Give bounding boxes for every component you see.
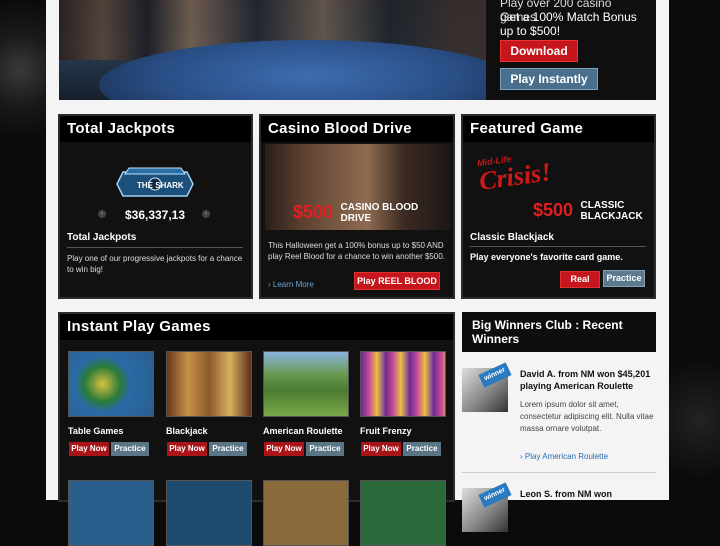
winner-headline: Leon S. from NM won [520,489,612,499]
game-name: Table Games [68,426,124,436]
game-thumbnail[interactable] [166,480,252,546]
table-games-thumbnail[interactable] [68,351,154,417]
svg-text:THE SHARK: THE SHARK [137,181,184,190]
hero-promo-text: Play over 200 casino games Get a 100% Ma… [500,0,650,38]
jackpots-panel: Total Jackpots THE SHARK ‹ $36,337,13 › … [58,114,253,299]
instant-play-panel: Instant Play Games Table Games Play Now … [58,312,455,546]
blood-drive-panel: Casino Blood Drive $500 CASINO BLOOD DRI… [259,114,455,299]
caption-line-2: BLACKJACK [580,211,643,222]
game-thumbnail[interactable] [360,480,446,546]
play-reel-blood-button[interactable]: Play REEL BLOOD [354,272,440,290]
winner-headline: David A. from NM won $45,201 playing Ame… [520,369,651,391]
featured-desc-title: Classic Blackjack [470,232,554,243]
jackpots-desc-title: Total Jackpots [67,232,137,243]
blood-drive-caption: $500 CASINO BLOOD DRIVE [293,202,421,224]
game-actions: Play Now Practice [68,442,154,457]
game-name: Fruit Frenzy [360,426,412,436]
game-card-blackjack: Blackjack Play Now Practice [166,351,252,457]
practice-button[interactable]: Practice [209,442,247,456]
jackpots-title: Total Jackpots [60,116,251,142]
game-actions: Play Now Practice [360,442,446,457]
featured-game-title: Featured Game [463,116,654,142]
american-roulette-thumbnail[interactable] [263,351,349,417]
play-american-roulette-link[interactable]: › Play American Roulette [520,452,608,461]
divider [462,472,656,473]
featured-caption: CLASSIC BLACKJACK [581,200,643,222]
play-now-button[interactable]: Play Now [361,442,401,456]
download-button[interactable]: Download [500,40,578,62]
game-name: Blackjack [166,426,208,436]
divider [67,247,243,248]
real-play-button[interactable]: Real [560,271,600,288]
game-actions: Play Now Practice [166,442,252,457]
play-instantly-button[interactable]: Play Instantly [500,68,598,90]
blood-drive-title: Casino Blood Drive [261,116,453,142]
big-winners-panel: Big Winners Club : Recent Winners winner… [462,312,656,532]
promo-caption: CASINO BLOOD DRIVE [340,202,419,224]
play-now-button[interactable]: Play Now [167,442,207,456]
fruit-frenzy-thumbnail[interactable] [360,351,446,417]
big-winners-title: Big Winners Club : Recent Winners [462,312,656,352]
jackpot-amount: $36,337,13 [124,208,186,222]
hero-overflow-text: Play over 200 casino games [500,0,612,24]
winner-body: Lorem ipsum dolor sit amet, consectetur … [520,400,654,433]
featured-amount: $500 [533,200,574,220]
divider [470,246,646,247]
game-card-fruit-frenzy: Fruit Frenzy Play Now Practice [360,351,446,457]
play-now-button[interactable]: Play Now [264,442,304,456]
hero-banner: Play over 200 casino games Get a 100% Ma… [59,0,656,100]
learn-more-link[interactable]: › Learn More [268,280,314,289]
featured-description: Play everyone's favorite card game. [470,252,623,262]
game-thumbnail[interactable] [68,480,154,546]
instant-play-title: Instant Play Games [60,314,453,340]
practice-button[interactable]: Practice [403,442,441,456]
jackpots-description: Play one of our progressive jackpots for… [67,254,243,274]
blackjack-thumbnail[interactable] [166,351,252,417]
game-name: American Roulette [263,426,343,436]
chevron-right-icon[interactable]: › [202,210,210,218]
practice-button[interactable]: Practice [306,442,344,456]
promo-amount: $500 [293,202,334,222]
practice-button[interactable]: Practice [603,270,645,287]
practice-button[interactable]: Practice [111,442,149,456]
game-actions: Play Now Practice [263,442,349,457]
featured-promo: $500 CLASSIC BLACKJACK [533,200,643,222]
background-right [660,0,720,500]
hero-promo-panel: Play over 200 casino games Get a 100% Ma… [486,0,656,100]
caption-line-1: CLASSIC [580,200,625,211]
game-card-american-roulette: American Roulette Play Now Practice [263,351,349,457]
page-container: Play over 200 casino games Get a 100% Ma… [46,0,669,546]
featured-game-panel: Featured Game Mid-Life Crisis! $500 CLAS… [461,114,656,299]
blood-drive-promo-image[interactable]: $500 CASINO BLOOD DRIVE [265,144,451,230]
play-now-button[interactable]: Play Now [69,442,109,456]
blood-drive-description: This Halloween get a 100% bonus up to $5… [268,241,446,261]
game-card-table-games: Table Games Play Now Practice [68,351,154,457]
game-thumbnail[interactable] [263,480,349,546]
shark-jackpot-logo: THE SHARK [115,164,195,202]
